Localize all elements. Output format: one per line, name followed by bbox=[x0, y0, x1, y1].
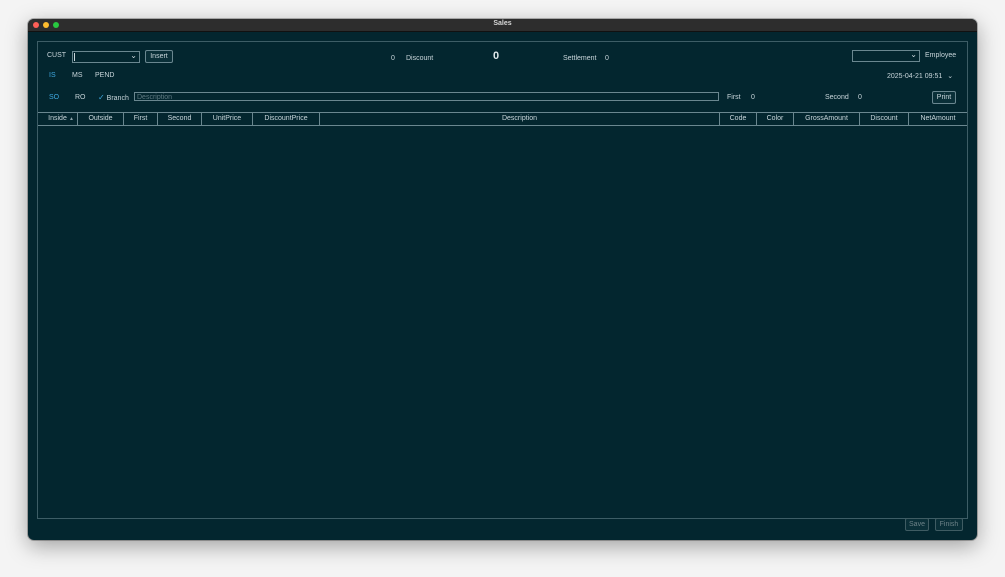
second-value: 0 bbox=[858, 94, 862, 101]
datetime-value: 2025-04-21 09:51 bbox=[887, 73, 943, 80]
insert-button[interactable]: Insert bbox=[145, 50, 173, 63]
tab-is[interactable]: IS bbox=[49, 72, 56, 79]
description-input[interactable]: Description bbox=[134, 92, 719, 101]
column-header-description[interactable]: Description bbox=[320, 113, 720, 125]
tab-pend[interactable]: PEND bbox=[95, 72, 114, 79]
table-header: Inside ▲ Outside First Second UnitPrice … bbox=[38, 112, 967, 126]
window-title: Sales bbox=[493, 20, 512, 27]
column-header-outside[interactable]: Outside bbox=[78, 113, 124, 125]
settlement-label: Settlement bbox=[563, 55, 597, 62]
tab-ms[interactable]: MS bbox=[72, 72, 83, 79]
branch-label: Branch bbox=[106, 95, 129, 102]
tab-so[interactable]: SO bbox=[49, 94, 59, 101]
text-cursor bbox=[74, 53, 75, 61]
datetime-picker[interactable]: 2025-04-21 09:51 ⌄ bbox=[887, 72, 953, 80]
discount-count: 0 bbox=[391, 55, 395, 62]
column-header-code[interactable]: Code bbox=[720, 113, 757, 125]
column-header-color[interactable]: Color bbox=[757, 113, 794, 125]
print-button[interactable]: Print bbox=[932, 91, 956, 104]
sort-ascending-icon: ▲ bbox=[69, 116, 74, 122]
column-header-netamount[interactable]: NetAmount bbox=[909, 113, 967, 125]
first-label: First bbox=[727, 94, 741, 101]
branch-checkbox[interactable]: ✓ Branch bbox=[98, 93, 129, 102]
column-header-grossamount[interactable]: GrossAmount bbox=[794, 113, 860, 125]
table-body[interactable] bbox=[38, 125, 967, 518]
checkmark-icon: ✓ bbox=[98, 93, 105, 102]
cust-label: CUST bbox=[47, 52, 67, 59]
sales-form: CUST ⌄ Insert 0 Discount 0 Settlement 0 … bbox=[37, 41, 968, 519]
first-value: 0 bbox=[751, 94, 755, 101]
finish-button[interactable]: Finish bbox=[935, 518, 963, 531]
tab-ro[interactable]: RO bbox=[75, 94, 86, 101]
column-header-discountprice[interactable]: DiscountPrice bbox=[253, 113, 320, 125]
employee-label: Employee bbox=[925, 52, 957, 59]
total-amount: 0 bbox=[493, 50, 500, 62]
chevron-down-icon: ⌄ bbox=[947, 73, 954, 80]
column-header-first[interactable]: First bbox=[124, 113, 158, 125]
sales-window: Sales CUST ⌄ Insert 0 Discount 0 Settlem… bbox=[28, 19, 977, 540]
column-header-inside[interactable]: Inside ▲ bbox=[38, 113, 78, 125]
column-label: Inside bbox=[48, 115, 67, 122]
customer-select[interactable]: ⌄ bbox=[72, 51, 140, 63]
employee-select[interactable]: ⌄ bbox=[852, 50, 920, 62]
chevron-down-icon: ⌄ bbox=[910, 50, 917, 59]
save-button[interactable]: Save bbox=[905, 518, 929, 531]
title-bar: Sales bbox=[28, 19, 977, 32]
column-header-discount[interactable]: Discount bbox=[860, 113, 909, 125]
column-header-unitprice[interactable]: UnitPrice bbox=[202, 113, 253, 125]
second-label: Second bbox=[825, 94, 849, 101]
discount-label: Discount bbox=[406, 55, 434, 62]
settlement-value: 0 bbox=[605, 55, 609, 62]
column-header-second[interactable]: Second bbox=[158, 113, 202, 125]
chevron-down-icon: ⌄ bbox=[130, 51, 137, 60]
